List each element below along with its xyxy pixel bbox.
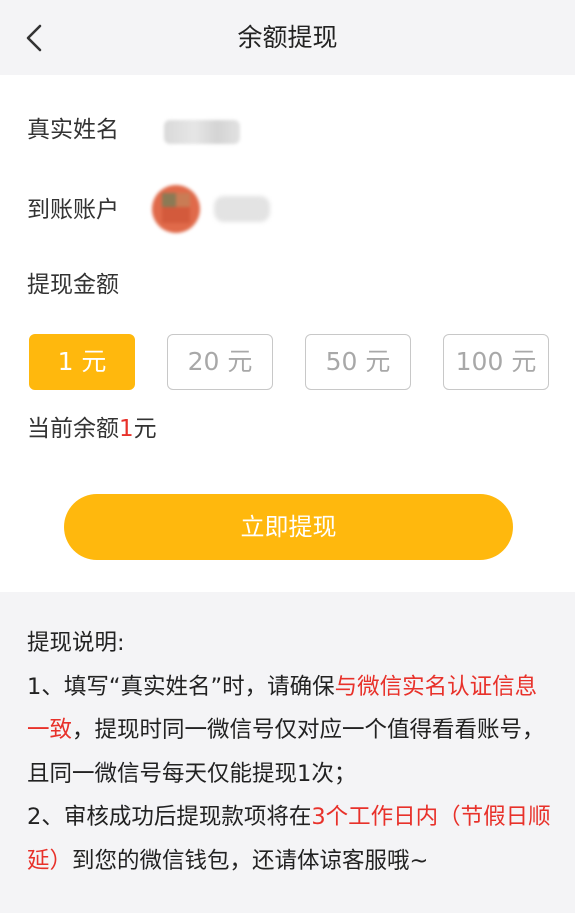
page-title: 余额提现 [237,23,338,52]
withdraw-now-button[interactable]: 立即提现 [64,494,513,560]
balance-value: 1 [119,416,134,442]
withdraw-instructions: 提现说明: 1、填写“真实姓名”时，请确保与微信实名认证信息一致，提现时同一微信… [27,622,557,883]
amount-label: 提现金额 [27,272,119,298]
instructions-title: 提现说明: [27,630,125,656]
real-name-value-blurred [164,120,240,144]
amount-option-100[interactable]: 100 元 [443,334,549,390]
account-label: 到账账户 [27,197,119,223]
real-name-label: 真实姓名 [27,117,119,143]
account-name-blurred [214,196,270,222]
balance-prefix: 当前余额 [27,416,119,442]
instruction-item-1: 1、填写“真实姓名”时，请确保与微信实名认证信息一致，提现时同一微信号仅对应一个… [27,673,545,787]
header-bar: 余额提现 [0,0,575,75]
avatar [152,185,200,233]
current-balance: 当前余额1元 [27,414,157,444]
instruction-item-2: 2、审核成功后提现款项将在3个工作日内（节假日顺延）到您的微信钱包，还请体谅客服… [27,804,551,874]
amount-option-50[interactable]: 50 元 [305,334,411,390]
amount-option-1[interactable]: 1 元 [29,334,135,390]
balance-unit: 元 [133,416,157,442]
amount-option-20[interactable]: 20 元 [167,334,273,390]
